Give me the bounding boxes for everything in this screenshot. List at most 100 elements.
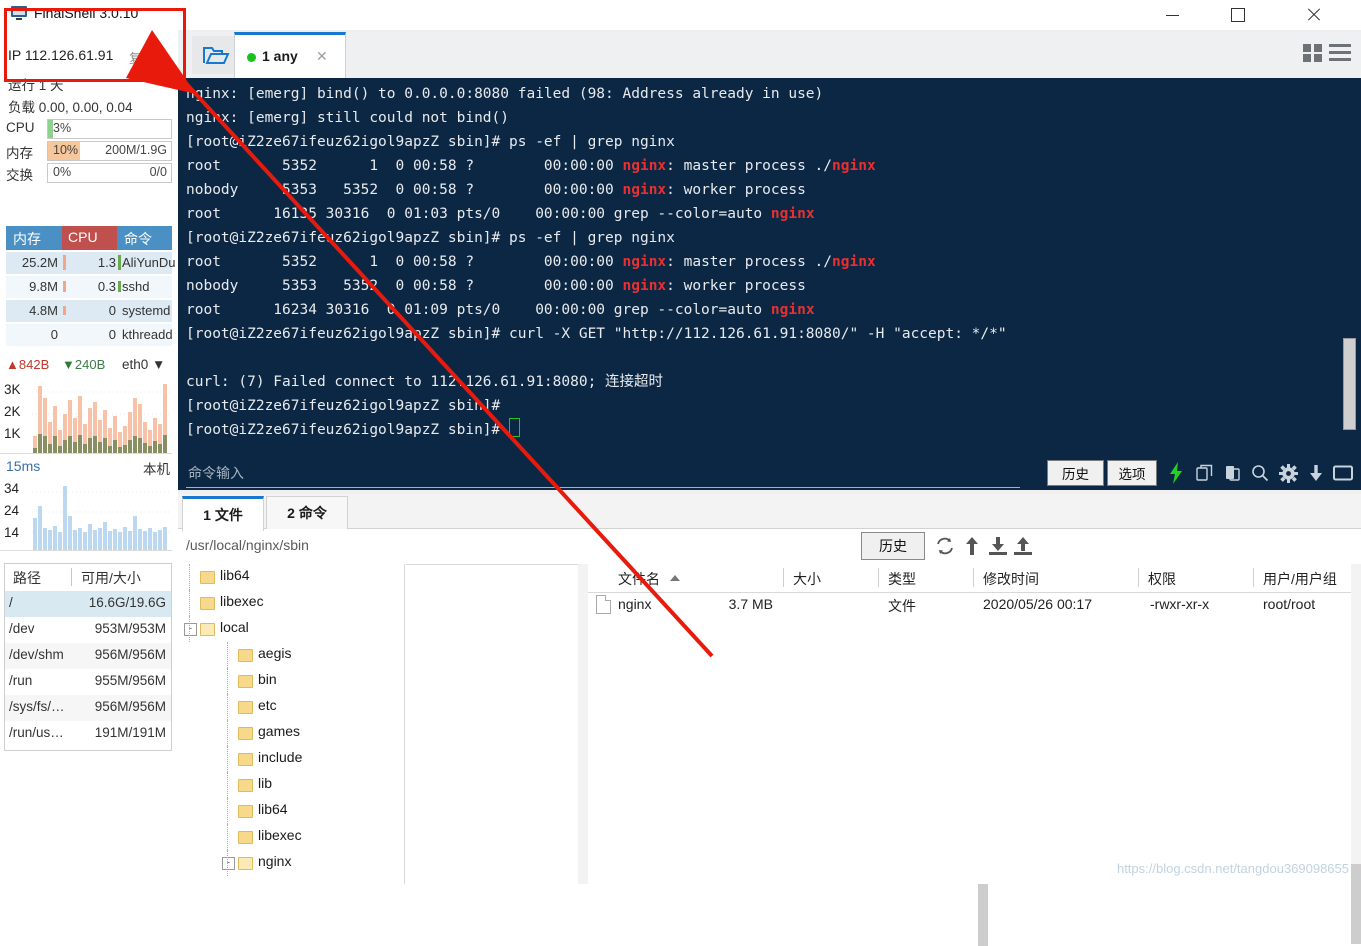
latency-host-label[interactable]: 本机 xyxy=(143,458,170,478)
terminal-scrollbar-track[interactable] xyxy=(1343,78,1359,490)
upload-icon[interactable] xyxy=(1011,534,1035,558)
server-ip-row: IP 112.126.61.91 复制 xyxy=(6,44,172,70)
tree-item[interactable]: include xyxy=(178,746,406,772)
tree-item[interactable]: - local xyxy=(178,616,406,642)
terminal-output[interactable]: nginx: [emerg] bind() to 0.0.0.0:8080 fa… xyxy=(178,78,1361,490)
process-row[interactable]: 4.8M 0 systemd xyxy=(6,300,172,322)
tree-item[interactable]: bin xyxy=(178,668,406,694)
gear-icon[interactable] xyxy=(1276,461,1300,485)
disk-path-header[interactable]: 路径 xyxy=(13,568,41,588)
process-row[interactable]: 0 0 kthreadd xyxy=(6,324,173,346)
cpu-meter-value: 3% xyxy=(53,121,72,135)
process-cpu-header[interactable]: CPU xyxy=(68,229,98,245)
terminal-text: [root@iZ2ze67ifeuz62igol9apzZ sbin]# cur… xyxy=(186,326,1007,342)
tree-item[interactable]: libexec xyxy=(178,824,406,850)
tree-collapse-icon[interactable]: - xyxy=(184,623,197,636)
memory-meter-detail: 200M/1.9G xyxy=(105,143,167,157)
tree-item[interactable]: games xyxy=(178,720,406,746)
tree-item[interactable]: - nginx xyxy=(178,850,406,876)
file-row[interactable]: nginx 3.7 MB 文件 2020/05/26 00:17 -rwxr-x… xyxy=(588,592,1361,618)
refresh-icon[interactable] xyxy=(933,534,957,558)
swap-meter-detail: 0/0 xyxy=(149,165,167,179)
process-row[interactable]: 9.8M 0.3 sshd xyxy=(6,276,172,298)
file-owner: root/root xyxy=(1263,596,1316,612)
copy-ip-button[interactable]: 复制 xyxy=(129,48,155,67)
terminal-tab[interactable]: 1 any ✕ xyxy=(234,32,346,80)
column-type[interactable]: 类型 xyxy=(888,569,916,589)
process-cmd-header[interactable]: 命令 xyxy=(124,229,152,249)
download-icon[interactable] xyxy=(986,534,1010,558)
column-permissions[interactable]: 权限 xyxy=(1148,569,1176,589)
disk-row[interactable]: / 16.6G/19.6G xyxy=(5,591,171,617)
disk-row[interactable]: /dev/shm 956M/956M xyxy=(5,643,171,669)
tree-item[interactable]: aegis xyxy=(178,642,406,668)
command-input[interactable] xyxy=(186,459,1020,488)
copy-icon[interactable] xyxy=(1193,461,1217,485)
tree-item-label: libexec xyxy=(258,827,302,843)
column-divider[interactable] xyxy=(1138,568,1139,587)
file-list-scrollbar-thumb[interactable] xyxy=(1351,864,1361,944)
directory-tree[interactable]: lib64 libexec - local aegis bin etc games includ… xyxy=(178,564,406,884)
window-icon[interactable] xyxy=(1331,461,1355,485)
current-path-label[interactable]: /usr/local/nginx/sbin xyxy=(186,537,309,553)
folder-icon xyxy=(238,649,253,662)
minimize-button[interactable] xyxy=(1145,0,1199,30)
command-history-button[interactable]: 历史 xyxy=(1047,460,1104,486)
tab-commands[interactable]: 2 命令 xyxy=(266,496,348,529)
paste-icon[interactable] xyxy=(1221,461,1245,485)
column-owner[interactable]: 用户/用户组 xyxy=(1263,569,1337,589)
tree-item[interactable]: etc xyxy=(178,694,406,720)
connection-status-dot xyxy=(247,53,256,62)
process-row[interactable]: 25.2M 1.3 AliYunDu xyxy=(6,252,175,274)
process-cpu: 0.3 xyxy=(97,279,116,294)
network-interface-selector[interactable]: eth0 ▼ xyxy=(122,357,165,372)
file-list: 文件名 大小 类型 修改时间 权限 用户/用户组 nginx 3.7 MB 文件… xyxy=(588,564,1361,884)
tree-item[interactable]: lib64 xyxy=(178,798,406,824)
tab-files[interactable]: 1 文件 xyxy=(182,496,264,531)
file-icon xyxy=(596,595,611,614)
process-mem: 0 xyxy=(50,327,58,342)
list-view-button[interactable] xyxy=(1329,44,1351,62)
search-icon[interactable] xyxy=(1248,461,1272,485)
terminal-text: : worker process xyxy=(666,182,806,198)
column-divider[interactable] xyxy=(783,568,784,587)
terminal-scrollbar-thumb[interactable] xyxy=(1343,338,1356,430)
tree-item-label: nginx xyxy=(258,853,292,869)
tree-item[interactable]: lib xyxy=(178,772,406,798)
tree-item-label: libexec xyxy=(220,593,264,609)
column-modified[interactable]: 修改时间 xyxy=(983,569,1039,589)
close-button[interactable] xyxy=(1287,0,1341,30)
terminal-highlight: nginx xyxy=(622,254,667,270)
disk-row[interactable]: /run 955M/956M xyxy=(5,669,171,695)
process-mem-header[interactable]: 内存 xyxy=(13,229,41,249)
tree-collapse-icon[interactable]: - xyxy=(222,857,235,870)
folder-icon xyxy=(238,779,253,792)
disk-size-header[interactable]: 可用/大小 xyxy=(81,568,141,588)
folder-icon xyxy=(200,571,215,584)
parent-directory-icon[interactable] xyxy=(960,534,984,558)
tab-close-icon[interactable]: ✕ xyxy=(316,48,328,65)
file-list-scrollbar-track[interactable] xyxy=(1351,564,1361,944)
disk-row[interactable]: /run/us… 191M/191M xyxy=(5,721,171,747)
column-divider[interactable] xyxy=(878,568,879,587)
disk-row[interactable]: /dev 953M/953M xyxy=(5,617,171,643)
open-folder-button[interactable] xyxy=(192,36,240,74)
terminal-text: root 5352 1 0 00:58 ? 00:00:00 xyxy=(186,158,623,174)
tree-item[interactable]: lib64 xyxy=(178,564,406,590)
column-filename[interactable]: 文件名 xyxy=(618,569,660,589)
grid-view-button[interactable] xyxy=(1303,44,1323,62)
process-mem: 25.2M xyxy=(21,255,58,270)
column-size[interactable]: 大小 xyxy=(793,569,821,589)
bolt-icon[interactable] xyxy=(1164,461,1188,485)
download-icon[interactable] xyxy=(1304,461,1328,485)
column-divider[interactable] xyxy=(1253,568,1254,587)
maximize-button[interactable] xyxy=(1211,0,1265,30)
path-history-button[interactable]: 历史 xyxy=(861,532,925,560)
disk-row[interactable]: /sys/fs/… 956M/956M xyxy=(5,695,171,721)
command-options-button[interactable]: 选项 xyxy=(1107,460,1157,486)
column-divider[interactable] xyxy=(973,568,974,587)
tree-guide-line xyxy=(227,668,228,694)
file-name: nginx xyxy=(618,596,652,612)
tree-item[interactable]: libexec xyxy=(178,590,406,616)
tree-scrollbar-track[interactable] xyxy=(578,564,988,946)
